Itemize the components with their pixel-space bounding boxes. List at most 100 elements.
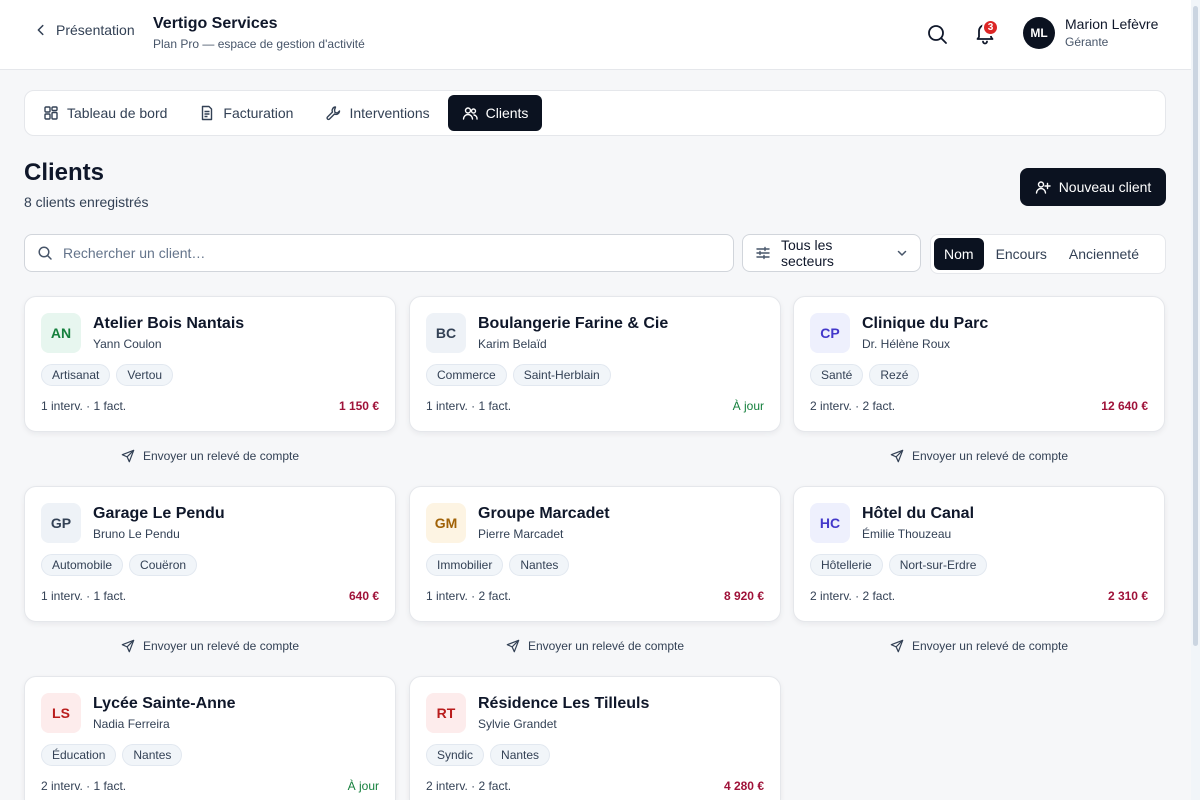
send-statement-label: Envoyer un relevé de compte <box>911 639 1069 653</box>
client-card[interactable]: CP Clinique du Parc Dr. Hélène Roux Santé Re… <box>793 296 1165 432</box>
client-contact: Sylvie Grandet <box>478 717 557 731</box>
client-tag: Commerce <box>426 364 507 386</box>
back-label: Présentation <box>56 22 135 38</box>
client-name: Boulangerie Farine & Cie <box>478 315 669 332</box>
user-role: Gérante <box>1065 35 1109 49</box>
new-client-button[interactable]: Nouveau client <box>1020 168 1166 206</box>
chevron-down-icon <box>897 250 907 256</box>
client-name: Atelier Bois Nantais <box>93 315 245 332</box>
invoice-icon <box>202 105 213 121</box>
tab-label: Tableau de bord <box>67 105 168 121</box>
client-balance: 2 310 € <box>1107 589 1148 603</box>
client-tags: Artisanat Vertou <box>41 364 174 386</box>
sector-select[interactable]: Tous les secteurs <box>742 234 921 272</box>
client-name: Groupe Marcadet <box>478 505 610 522</box>
client-card[interactable]: AN Atelier Bois Nantais Yann Coulon Artisan… <box>24 296 396 432</box>
sort-option-nom[interactable]: Nom <box>934 238 984 270</box>
tab-label: Clients <box>485 105 529 121</box>
send-statement-label: Envoyer un relevé de compte <box>527 639 685 653</box>
client-balance: À jour <box>347 779 379 793</box>
client-tags: Commerce Saint-Herblain <box>426 364 611 386</box>
client-tag: Éducation <box>41 744 117 766</box>
client-card[interactable]: HC Hôtel du Canal Émilie Thouzeau Hôtelleri… <box>793 486 1165 622</box>
client-card[interactable]: BC Boulangerie Farine & Cie Karim Belaïd Co… <box>409 296 781 432</box>
client-initials: HC <box>810 503 850 543</box>
sector-label: Tous les secteurs <box>781 237 834 269</box>
client-tag: Nantes <box>509 554 570 576</box>
client-contact: Pierre Marcadet <box>478 527 564 541</box>
client-contact: Yann Coulon <box>93 337 162 351</box>
scrollbar-thumb[interactable] <box>1193 6 1198 646</box>
tab-label: Facturation <box>223 105 294 121</box>
client-tags: Hôtellerie Nort-sur-Erdre <box>810 554 988 576</box>
client-balance: 4 280 € <box>723 779 764 793</box>
client-contact: Bruno Le Pendu <box>93 527 180 541</box>
client-initials: GM <box>426 503 466 543</box>
send-statement-link[interactable]: Envoyer un relevé de compte <box>793 636 1165 656</box>
send-icon <box>890 639 904 653</box>
client-tag: Saint-Herblain <box>512 364 611 386</box>
send-statement-link[interactable]: Envoyer un relevé de compte <box>409 636 781 656</box>
sort-option-anciennete[interactable]: Ancienneté <box>1059 238 1149 270</box>
client-stats: 1 interv. · 1 fact. <box>426 399 512 413</box>
client-tag: Automobile <box>41 554 124 576</box>
client-contact: Nadia Ferreira <box>93 717 170 731</box>
search-icon[interactable] <box>925 22 949 46</box>
avatar[interactable]: ML <box>1023 17 1055 49</box>
client-balance: 12 640 € <box>1101 399 1148 413</box>
client-tag: Nantes <box>122 744 183 766</box>
client-balance: À jour <box>732 399 764 413</box>
search-input[interactable] <box>63 245 723 261</box>
client-contact: Karim Belaïd <box>478 337 547 351</box>
client-name: Garage Le Pendu <box>93 505 225 522</box>
back-link[interactable]: Présentation <box>34 22 135 38</box>
client-balance: 8 920 € <box>723 589 764 603</box>
brand-subtitle: Plan Pro — espace de gestion d'activité <box>153 37 365 51</box>
send-statement-link[interactable]: Envoyer un relevé de compte <box>793 446 1165 466</box>
client-card[interactable]: LS Lycée Sainte-Anne Nadia Ferreira Éducati… <box>24 676 396 800</box>
user-info[interactable]: Marion Lefèvre Gérante <box>1065 16 1158 49</box>
client-stats: 2 interv. · 2 fact. <box>426 779 512 793</box>
client-initials: RT <box>426 693 466 733</box>
client-stats: 1 interv. · 1 fact. <box>41 399 127 413</box>
client-name: Hôtel du Canal <box>862 505 975 522</box>
send-statement-label: Envoyer un relevé de compte <box>142 639 300 653</box>
client-stats: 1 interv. · 1 fact. <box>41 589 127 603</box>
send-statement-link[interactable]: Envoyer un relevé de compte <box>24 446 396 466</box>
search-box <box>24 234 734 272</box>
tab-clients[interactable]: Clients <box>447 95 543 131</box>
client-initials: AN <box>41 313 81 353</box>
notification-badge: 3 <box>982 19 999 36</box>
client-initials: GP <box>41 503 81 543</box>
client-card[interactable]: RT Résidence Les Tilleuls Sylvie Grandet Sy… <box>409 676 781 800</box>
client-balance: 640 € <box>348 589 379 603</box>
brand-name: Vertigo Services <box>153 15 278 32</box>
send-icon <box>121 639 135 653</box>
page-title: Clients <box>24 159 105 186</box>
tab-interventions[interactable]: Interventions <box>311 95 443 131</box>
client-contact: Émilie Thouzeau <box>862 527 952 541</box>
client-tags: Syndic Nantes <box>426 744 551 766</box>
send-icon <box>121 449 135 463</box>
client-tag: Nort-sur-Erdre <box>888 554 988 576</box>
client-tag: Nantes <box>490 744 551 766</box>
tab-facturation[interactable]: Facturation <box>185 95 307 131</box>
tab-dashboard[interactable]: Tableau de bord <box>29 95 181 131</box>
send-statement-label: Envoyer un relevé de compte <box>142 449 300 463</box>
user-name: Marion Lefèvre <box>1065 16 1159 32</box>
client-name: Lycée Sainte-Anne <box>93 695 236 712</box>
client-tag: Vertou <box>116 364 174 386</box>
client-tags: Immobilier Nantes <box>426 554 570 576</box>
client-tag: Hôtellerie <box>810 554 883 576</box>
send-statement-link[interactable]: Envoyer un relevé de compte <box>24 636 396 656</box>
top-bar: Présentation Vertigo Services Plan Pro —… <box>0 0 1200 70</box>
client-initials: CP <box>810 313 850 353</box>
client-tag: Immobilier <box>426 554 504 576</box>
client-tags: Automobile Couëron <box>41 554 198 576</box>
client-card[interactable]: GM Groupe Marcadet Pierre Marcadet Immobili… <box>409 486 781 622</box>
client-card[interactable]: GP Garage Le Pendu Bruno Le Pendu Automobil… <box>24 486 396 622</box>
client-name: Clinique du Parc <box>862 315 989 332</box>
sort-option-encours[interactable]: Encours <box>986 238 1057 270</box>
client-stats: 2 interv. · 2 fact. <box>810 589 896 603</box>
send-statement-label: Envoyer un relevé de compte <box>911 449 1069 463</box>
